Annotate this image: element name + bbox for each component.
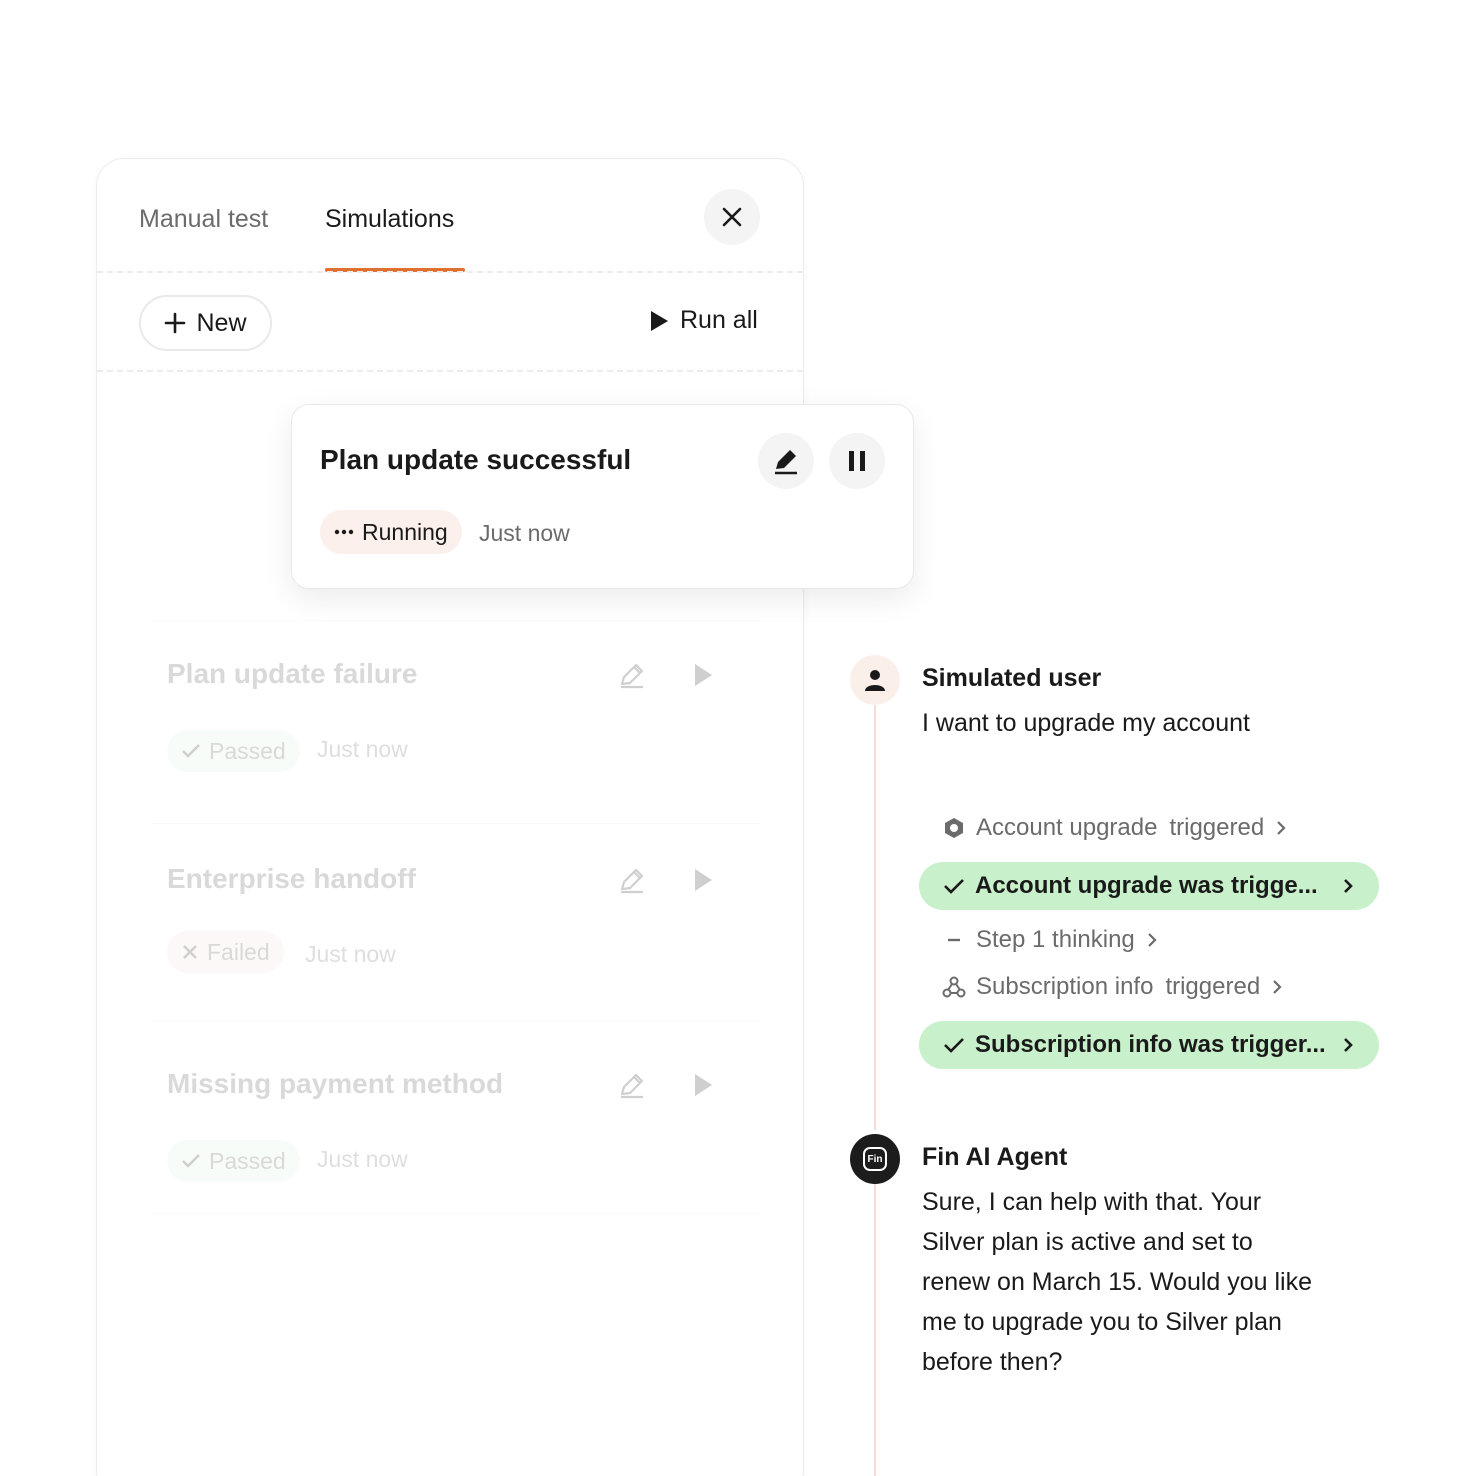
active-simulation-card[interactable] (291, 404, 914, 589)
step-subscription-info-result[interactable]: Subscription info was trigger... (919, 1021, 1379, 1069)
user-avatar (850, 655, 900, 705)
step-account-upgrade-result[interactable]: Account upgrade was trigge... (919, 862, 1379, 910)
agent-message: Sure, I can help with that. Your Silver … (922, 1188, 1313, 1376)
step-subscription-info[interactable]: Subscription info triggered (942, 973, 1284, 1001)
x-icon (183, 945, 197, 959)
hexagon-icon (945, 818, 963, 838)
status-badge-passed: Passed (167, 1140, 300, 1182)
user-message: I want to upgrade my account (922, 709, 1250, 737)
fin-agent-label: Fin AI Agent (922, 1143, 1068, 1171)
dash-icon (948, 938, 960, 942)
pause-icon (849, 451, 865, 471)
status-badge-running: Running (320, 510, 462, 554)
edit-icon[interactable] (617, 660, 647, 690)
active-simulation-title: Plan update successful (320, 444, 632, 475)
edit-button[interactable] (758, 433, 814, 489)
status-badge-passed: Passed (167, 730, 300, 772)
more-dots-icon (334, 529, 354, 535)
check-icon (944, 1038, 964, 1053)
list-divider (150, 620, 760, 621)
list-divider (150, 1213, 760, 1214)
timeline-line (874, 1184, 876, 1476)
simulation-title: Missing payment method (167, 1068, 504, 1099)
simulation-time: Just now (317, 736, 408, 762)
chevron-right-icon (1273, 980, 1282, 994)
check-icon (182, 744, 200, 758)
active-simulation-time: Just now (479, 520, 570, 546)
list-divider (150, 1020, 760, 1021)
edit-icon[interactable] (617, 865, 647, 895)
chevron-right-icon (1148, 933, 1157, 947)
status-badge-failed: Failed (167, 931, 284, 973)
simulation-title: Enterprise handoff (167, 863, 416, 894)
edit-icon (775, 450, 797, 475)
list-divider (150, 823, 760, 824)
play-icon[interactable] (692, 867, 714, 893)
play-icon[interactable] (692, 662, 714, 688)
check-icon (182, 1154, 200, 1168)
chevron-right-icon (1277, 821, 1286, 835)
timeline-line (874, 705, 876, 1130)
simulated-user-label: Simulated user (922, 664, 1102, 692)
play-icon[interactable] (692, 1072, 714, 1098)
webhook-icon (942, 976, 966, 998)
simulation-time: Just now (305, 941, 396, 967)
check-icon (944, 879, 964, 894)
edit-icon[interactable] (617, 1070, 647, 1100)
simulation-time: Just now (317, 1146, 408, 1172)
chevron-right-icon (1344, 1038, 1353, 1052)
simulation-title: Plan update failure (167, 658, 418, 689)
fin-avatar: Fin (850, 1134, 900, 1184)
step-account-upgrade[interactable]: Account upgrade triggered (942, 814, 1288, 842)
chevron-right-icon (1344, 879, 1353, 893)
pause-button[interactable] (829, 433, 885, 489)
user-icon (865, 670, 885, 691)
fin-logo-icon: Fin (863, 1147, 887, 1171)
step-thinking[interactable]: Step 1 thinking (942, 926, 1159, 954)
